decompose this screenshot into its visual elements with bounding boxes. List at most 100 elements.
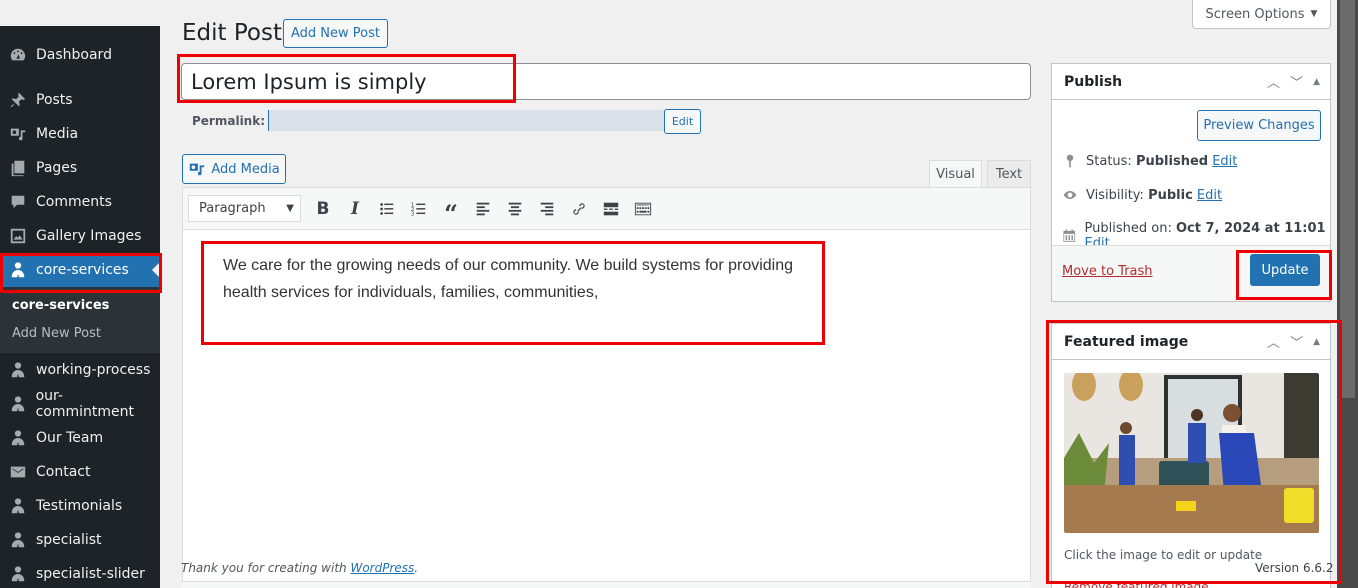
sidebar-item-label: our-commintment [35, 388, 135, 420]
sidebar-item-our-team[interactable]: Our Team [0, 421, 160, 455]
read-more-icon [603, 202, 619, 215]
content-paragraph: We care for the growing needs of our com… [223, 257, 794, 301]
blockquote-button[interactable]: “ [435, 195, 467, 228]
published-label: Published on: [1084, 221, 1172, 236]
toolbar-toggle-button[interactable] [627, 195, 659, 223]
align-left-icon [476, 202, 490, 215]
core-services-submenu: core-services Add New Post [0, 287, 160, 353]
sidebar-item-our-commintment[interactable]: our-commintment [0, 387, 160, 421]
wp-version: Version 6.6.2 [1255, 561, 1334, 575]
sidebar-item-label: Media [36, 126, 79, 142]
footer-thanks: Thank you for creating with WordPress. [181, 561, 418, 575]
visibility-label: Visibility: [1086, 187, 1144, 203]
keyboard-icon [634, 202, 652, 215]
remove-featured-image-link[interactable]: Remove featured image [1064, 580, 1209, 588]
tab-visual[interactable]: Visual [929, 160, 982, 188]
submenu-item-core-services[interactable]: core-services [0, 291, 160, 319]
update-button[interactable]: Update [1250, 254, 1320, 286]
user-icon [0, 531, 36, 549]
caret-down-icon: ▼ [1310, 9, 1318, 19]
publish-actions: Move to Trash Update [1052, 245, 1330, 301]
sidebar-item-core-services[interactable]: core-services [0, 253, 160, 287]
align-left-button[interactable] [467, 195, 499, 223]
sidebar-item-label: Dashboard [36, 47, 112, 63]
sidebar-item-specialist-slider[interactable]: specialist-slider [0, 557, 160, 588]
svg-text:3: 3 [411, 211, 414, 217]
pin-icon [1066, 154, 1074, 168]
sidebar-item-testimonials[interactable]: Testimonials [0, 489, 160, 523]
permalink-url[interactable] [268, 110, 667, 131]
collapse-toggle-icon[interactable]: ▲ [1313, 77, 1320, 87]
chevron-down-icon[interactable]: ﹀ [1290, 332, 1303, 351]
wordpress-link[interactable]: WordPress [350, 561, 414, 575]
sidebar-item-media[interactable]: Media [0, 117, 160, 151]
featured-image-box: Featured image ︿ ﹀ ▲ Click the image to … [1051, 323, 1331, 588]
sidebar-item-contact[interactable]: Contact [0, 455, 160, 489]
post-title-input[interactable]: Lorem Ipsum is simply [181, 63, 1031, 100]
featured-image-title: Featured image [1064, 333, 1189, 350]
numbered-list-button[interactable]: 123 [403, 195, 435, 223]
status-edit-link[interactable]: Edit [1212, 154, 1237, 169]
calendar-icon [1063, 229, 1076, 242]
add-media-label: Add Media [211, 161, 280, 177]
italic-button[interactable]: I [339, 195, 371, 223]
align-center-button[interactable] [499, 195, 531, 223]
caret-down-icon: ▼ [286, 203, 294, 214]
sidebar-item-label: core-services [36, 262, 129, 278]
screen-options-label: Screen Options [1205, 6, 1305, 22]
admin-sidebar: Dashboard Posts Media Pages Comments Gal… [0, 26, 160, 588]
comment-icon [0, 193, 36, 211]
sidebar-item-comments[interactable]: Comments [0, 185, 160, 219]
preview-changes-button[interactable]: Preview Changes [1197, 110, 1321, 141]
submenu-item-add-new-post[interactable]: Add New Post [0, 319, 160, 347]
publish-box: Publish ︿ ﹀ ▲ Preview Changes Status: Pu… [1051, 63, 1331, 302]
eye-icon [1063, 191, 1077, 199]
cleaning-photo [1064, 373, 1319, 533]
chevron-down-icon[interactable]: ﹀ [1290, 72, 1303, 91]
pages-icon [0, 159, 36, 177]
bullet-list-button[interactable] [371, 195, 403, 223]
status-row: Status: Published Edit [1062, 153, 1237, 169]
status-label: Status: [1086, 153, 1132, 169]
permalink: Permalink: / [192, 110, 671, 131]
sidebar-item-specialist[interactable]: specialist [0, 523, 160, 557]
sidebar-item-label: Gallery Images [36, 228, 142, 244]
align-right-button[interactable] [531, 195, 563, 223]
screen-options-button[interactable]: Screen Options ▼ [1192, 0, 1331, 29]
sidebar-item-dashboard[interactable]: Dashboard [0, 38, 160, 72]
sidebar-item-posts[interactable]: Posts [0, 83, 160, 117]
collapse-toggle-icon[interactable]: ▲ [1313, 337, 1320, 347]
chevron-up-icon[interactable]: ︿ [1267, 72, 1280, 91]
page-scrollbar[interactable] [1337, 0, 1358, 588]
format-value: Paragraph [199, 201, 266, 216]
sidebar-item-label: working-process [36, 362, 151, 378]
sidebar-item-working-process[interactable]: working-process [0, 353, 160, 387]
visibility-row: Visibility: Public Edit [1062, 187, 1222, 203]
format-select[interactable]: Paragraph ▼ [188, 195, 301, 222]
scrollbar-thumb[interactable] [1340, 0, 1355, 398]
sidebar-item-gallery-images[interactable]: Gallery Images [0, 219, 160, 253]
editor-toolbar: Paragraph ▼ B I 123 “ [183, 188, 1030, 230]
move-to-trash-link[interactable]: Move to Trash [1062, 264, 1153, 279]
permalink-label: Permalink: [192, 113, 266, 128]
user-icon [0, 429, 36, 447]
pin-icon [0, 91, 36, 109]
bold-button[interactable]: B [307, 195, 339, 223]
editor-status-bar [182, 581, 1031, 588]
link-button[interactable] [563, 195, 595, 223]
quote-icon: “ [444, 198, 458, 228]
footer-thanks-text: Thank you for creating with [181, 561, 351, 575]
sidebar-item-pages[interactable]: Pages [0, 151, 160, 185]
visibility-edit-link[interactable]: Edit [1197, 188, 1222, 203]
add-new-post-button[interactable]: Add New Post [283, 19, 388, 48]
align-right-icon [540, 202, 554, 215]
permalink-edit-button[interactable]: Edit [664, 109, 701, 134]
dashboard-icon [0, 46, 36, 64]
user-icon [0, 395, 36, 413]
featured-image-thumbnail[interactable] [1064, 373, 1319, 533]
editor-content[interactable]: We care for the growing needs of our com… [183, 230, 1030, 328]
tab-text[interactable]: Text [987, 160, 1031, 188]
read-more-button[interactable] [595, 195, 627, 223]
add-media-button[interactable]: Add Media [182, 154, 286, 184]
chevron-up-icon[interactable]: ︿ [1267, 332, 1280, 351]
